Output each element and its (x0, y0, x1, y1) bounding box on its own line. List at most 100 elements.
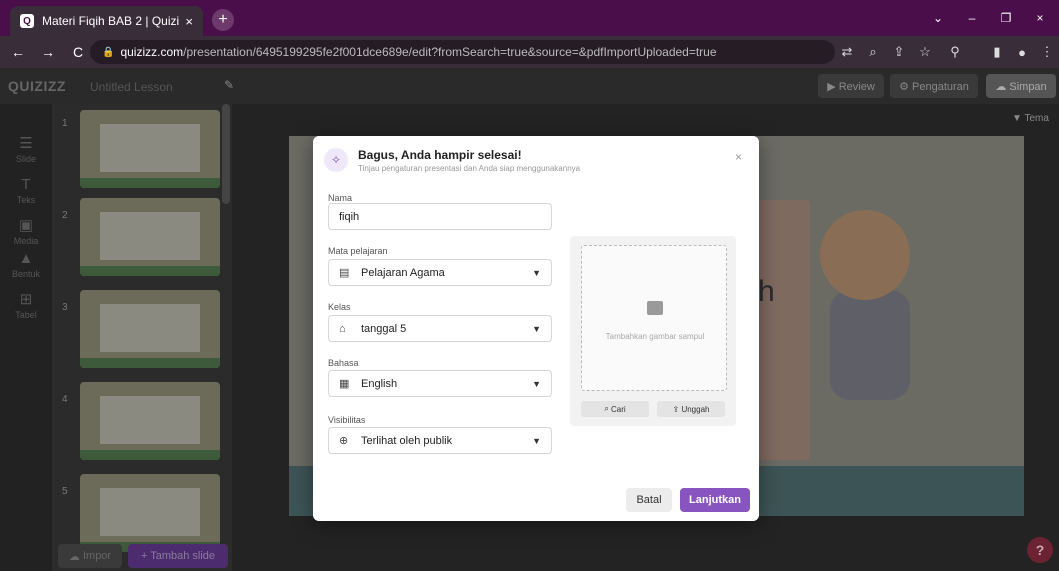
modal-title: Bagus, Anda hampir selesai! (358, 148, 522, 162)
tab-list-icon[interactable]: ⌄ (920, 0, 956, 36)
add-slide-button[interactable]: + Tambah slide (128, 544, 228, 568)
left-toolbar: ☰ Slide T Teks ▣ Media ▲ Bentuk ⊞ Tabel (0, 104, 52, 571)
reload-icon[interactable]: C (66, 40, 90, 64)
cover-image-dropzone[interactable]: Tambahkan gambar sampul (581, 245, 727, 391)
slide-thumbnail[interactable] (80, 382, 220, 460)
slide-list: 1 2 3 4 5 (52, 104, 232, 571)
globe-icon: ⊕ (339, 435, 349, 447)
book-icon: ▤ (339, 267, 350, 279)
restore-button[interactable]: ❐ (988, 0, 1024, 36)
grade-label: Kelas (328, 302, 351, 312)
search-label: Cari (611, 404, 626, 414)
help-button[interactable]: ? (1027, 537, 1053, 563)
zoom-icon[interactable]: ⌕ (861, 40, 885, 64)
save-button[interactable]: ☁ Simpan (986, 74, 1056, 98)
slide-thumbnail[interactable] (80, 198, 220, 276)
slide-thumbnail[interactable] (80, 290, 220, 368)
review-button[interactable]: ▶ Review (818, 74, 884, 98)
lock-icon: 🔒 (102, 46, 115, 58)
slide-thumbnail[interactable] (80, 110, 220, 188)
graduation-cap-icon: ⌂ (339, 322, 346, 335)
modal-close-icon[interactable]: × (735, 150, 742, 164)
shape-icon: ▲ (18, 250, 34, 267)
tool-slide[interactable]: ☰ Slide (0, 134, 52, 164)
subject-select[interactable]: ▤ Pelajaran Agama ▼ (328, 259, 552, 286)
bookmark-star-icon[interactable]: ☆ (913, 40, 937, 64)
tool-label: Media (13, 236, 39, 246)
visibility-select[interactable]: ⊕ Terlihat oleh publik ▼ (328, 427, 552, 454)
tool-media[interactable]: ▣ Media (0, 216, 52, 246)
sidepanel-icon[interactable]: ▮ (985, 40, 1009, 64)
share-icon[interactable]: ⇪ (887, 40, 911, 64)
browser-menu-icon[interactable]: ⋮ (1035, 40, 1059, 64)
cancel-button[interactable]: Batal (626, 488, 672, 512)
name-input[interactable]: fiqih (328, 203, 552, 230)
modal-subtitle: Tinjau pengaturan presentasi dan Anda si… (358, 164, 581, 173)
url-host: quizizz.com (120, 45, 184, 59)
theme-label: Tema (1024, 113, 1049, 124)
name-value: fiqih (339, 210, 360, 223)
language-select[interactable]: ▦ English ▼ (328, 370, 552, 397)
slide-thumbnail[interactable] (80, 474, 220, 552)
book-illustration (750, 200, 810, 460)
cover-image-hint: Tambahkan gambar sampul (605, 332, 705, 341)
forward-arrow-icon[interactable]: → (36, 40, 60, 64)
sparkle-icon: ✧ (324, 148, 348, 172)
quizizz-favicon-icon: Q (20, 14, 34, 28)
profile-avatar-icon[interactable]: ● (1010, 40, 1034, 64)
continue-button[interactable]: Lanjutkan (680, 488, 750, 512)
tool-label: Slide (15, 154, 36, 164)
quizizz-logo: QUIZIZZ (8, 78, 66, 94)
slide-icon: ☰ (19, 135, 33, 152)
tab-close-icon[interactable]: × (185, 14, 193, 29)
cover-image-panel: Tambahkan gambar sampul ⌕ Cari ⇪ Unggah (570, 236, 736, 426)
publish-settings-modal: ✧ Bagus, Anda hampir selesai! Tinjau pen… (313, 136, 759, 521)
browser-tabstrip: Q Materi Fiqih BAB 2 | Quizizz × + ⌄ – ❐… (0, 0, 1059, 36)
minimize-button[interactable]: – (954, 0, 990, 36)
slide-text-fragment: h (758, 275, 775, 308)
tool-table[interactable]: ⊞ Tabel (0, 290, 52, 320)
extensions-icon[interactable]: ⚲ (943, 40, 967, 64)
character-head-illustration (820, 210, 910, 300)
tool-shape[interactable]: ▲ Bentuk (0, 250, 52, 279)
upload-image-button[interactable]: ⇪ Unggah (657, 401, 725, 417)
grade-value: tanggal 5 (361, 322, 407, 335)
chevron-down-icon: ▼ (532, 435, 541, 446)
import-button[interactable]: ☁ Impor (58, 544, 122, 568)
name-label: Nama (328, 193, 353, 203)
tool-label: Tabel (15, 310, 37, 320)
media-icon: ▣ (18, 217, 34, 234)
back-arrow-icon[interactable]: ← (6, 40, 30, 64)
cloud-icon: ☁ (68, 550, 83, 563)
upload-icon: ⇪ (672, 404, 682, 414)
slide-number: 2 (62, 210, 68, 221)
edit-pencil-icon[interactable]: ✎ (224, 78, 234, 92)
slide-list-scrollbar[interactable] (222, 104, 230, 204)
settings-button[interactable]: ⚙ Pengaturan (890, 74, 978, 98)
text-icon: T (21, 176, 31, 193)
search-image-button[interactable]: ⌕ Cari (581, 401, 649, 417)
translate-icon[interactable]: ⇄ (835, 40, 859, 64)
browser-tab[interactable]: Q Materi Fiqih BAB 2 | Quizizz × (10, 6, 203, 36)
visibility-value: Terlihat oleh publik (361, 434, 453, 447)
tool-text[interactable]: T Teks (0, 176, 52, 205)
import-label: Impor (82, 550, 112, 562)
visibility-label: Visibilitas (328, 415, 366, 425)
search-icon: ⌕ (604, 404, 612, 413)
upload-label: Unggah (681, 404, 710, 414)
url-path: /presentation/6495199295fe2f001dce689e/e… (183, 45, 717, 59)
theme-button[interactable]: ▼ Tema (1012, 113, 1049, 124)
language-icon: ▦ (339, 378, 350, 390)
character-body-illustration (830, 290, 910, 400)
language-label: Bahasa (328, 358, 359, 368)
image-icon (647, 301, 663, 315)
slide-number: 4 (62, 394, 68, 405)
app-header: QUIZIZZ Untitled Lesson ✎ ▶ Review ⚙ Pen… (0, 68, 1059, 104)
new-tab-button[interactable]: + (212, 9, 234, 31)
url-input[interactable]: 🔒 quizizz.com/presentation/6495199295fe2… (90, 40, 835, 64)
lesson-title[interactable]: Untitled Lesson (90, 80, 173, 94)
grade-select[interactable]: ⌂ tanggal 5 ▼ (328, 315, 552, 342)
subject-value: Pelajaran Agama (361, 266, 445, 279)
close-window-button[interactable]: × (1022, 0, 1058, 36)
tool-label: Teks (16, 195, 36, 205)
